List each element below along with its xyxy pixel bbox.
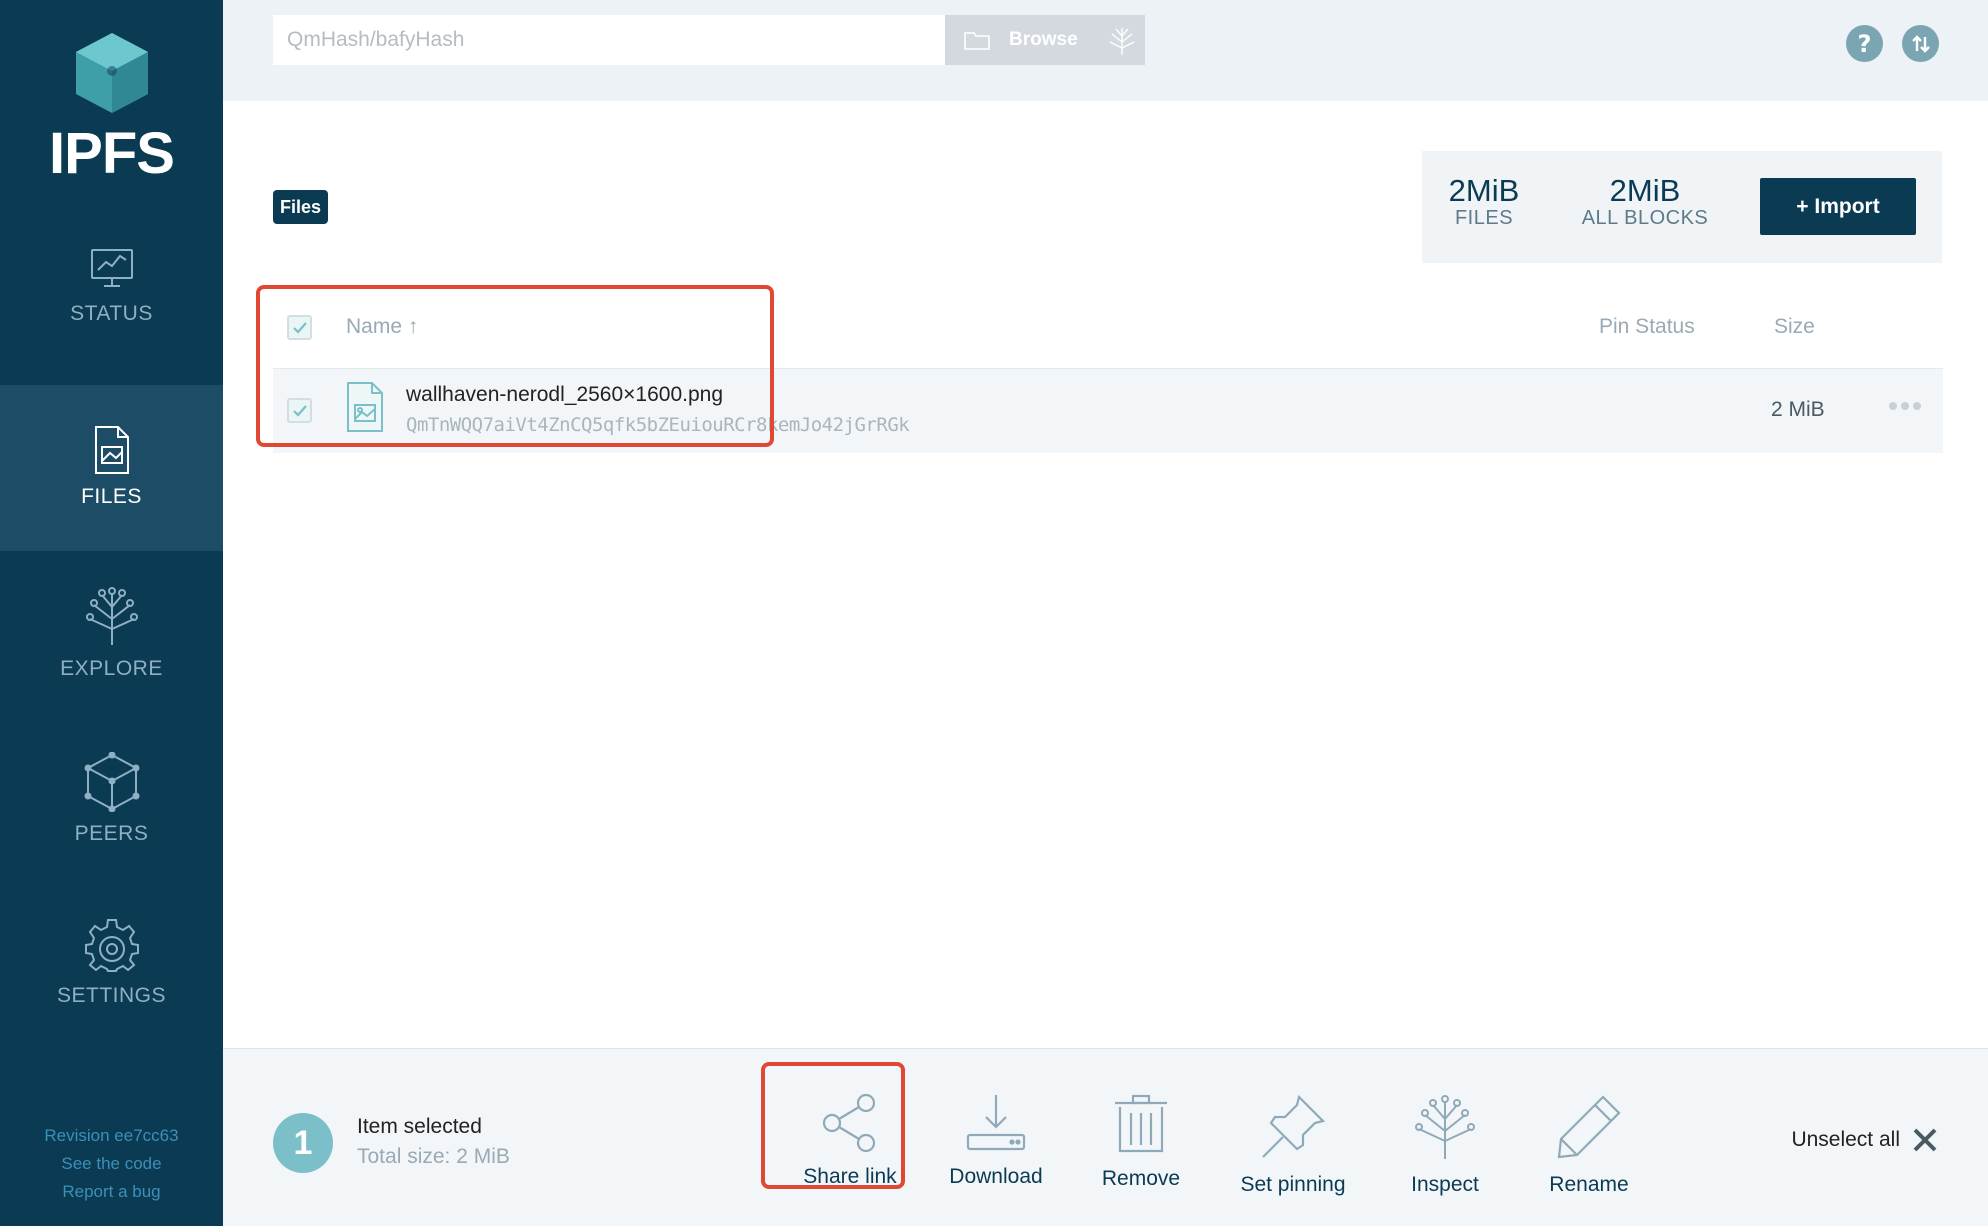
peers-cube-icon: [84, 752, 139, 812]
import-button[interactable]: + Import: [1760, 178, 1916, 235]
column-header-pin-status[interactable]: Pin Status: [1599, 315, 1695, 339]
download-icon: [966, 1095, 1026, 1151]
sidebar-item-explore[interactable]: EXPLORE: [0, 585, 223, 751]
logo: IPFS: [0, 30, 223, 187]
trash-icon: [1115, 1094, 1167, 1153]
tree-inspect-icon: [1415, 1095, 1475, 1159]
stats-box: 2MiB FILES 2MiB ALL BLOCKS + Import: [1422, 151, 1942, 263]
topbar: Browse ?: [223, 0, 1988, 101]
sidebar-item-label: STATUS: [70, 302, 153, 325]
remove-label: Remove: [1101, 1167, 1181, 1190]
sidebar-item-files[interactable]: FILES: [0, 385, 223, 551]
selection-info: Item selected Total size: 2 MiB: [357, 1115, 510, 1169]
browse-button[interactable]: Browse: [945, 15, 1145, 65]
sidebar-item-label: EXPLORE: [60, 657, 163, 680]
close-icon: [1913, 1128, 1937, 1152]
inspect-button[interactable]: Inspect: [1375, 1093, 1515, 1197]
see-code-link[interactable]: See the code: [0, 1150, 223, 1178]
report-bug-link[interactable]: Report a bug: [0, 1178, 223, 1206]
selected-count-badge: 1: [273, 1113, 333, 1173]
highlight-box-file: [256, 285, 774, 447]
sidebar: IPFS STATUS FILES EXPLORE PEERS SETTINGS…: [0, 0, 223, 1226]
hash-search-input[interactable]: [273, 15, 948, 65]
sidebar-item-peers[interactable]: PEERS: [0, 752, 223, 918]
help-icon[interactable]: ?: [1846, 25, 1883, 62]
connection-icon[interactable]: [1902, 25, 1939, 62]
sidebar-item-label: FILES: [81, 485, 142, 508]
file-document-icon: [94, 426, 129, 474]
unselect-all-button[interactable]: Unselect all: [1791, 1127, 1938, 1153]
download-button[interactable]: Download: [926, 1093, 1066, 1189]
gear-icon: [84, 919, 139, 972]
files-stat: 2MiB FILES: [1448, 173, 1520, 230]
set-pinning-button[interactable]: Set pinning: [1223, 1093, 1363, 1197]
folder-icon: [964, 32, 990, 50]
more-options-icon[interactable]: [1889, 397, 1925, 415]
monitor-chart-icon: [90, 249, 133, 287]
main-content: Files 2MiB FILES 2MiB ALL BLOCKS + Impor…: [223, 101, 1988, 1048]
rename-button[interactable]: Rename: [1519, 1093, 1659, 1197]
blocks-size-label: ALL BLOCKS: [1581, 207, 1709, 229]
highlight-box-share: [761, 1062, 905, 1189]
set-pinning-label: Set pinning: [1240, 1173, 1346, 1196]
files-size-value: 2MiB: [1448, 173, 1520, 208]
logo-text: IPFS: [49, 121, 175, 186]
blocks-stat: 2MiB ALL BLOCKS: [1570, 173, 1720, 230]
remove-button[interactable]: Remove: [1071, 1093, 1211, 1191]
selection-total-size: Total size: 2 MiB: [357, 1145, 510, 1168]
sidebar-item-label: PEERS: [74, 822, 149, 845]
pin-icon: [1262, 1094, 1326, 1158]
tree-explore-icon: [85, 587, 138, 645]
inspect-label: Inspect: [1411, 1173, 1479, 1196]
download-label: Download: [949, 1165, 1043, 1188]
files-size-label: FILES: [1454, 207, 1514, 229]
blocks-size-value: 2MiB: [1609, 173, 1681, 208]
selection-label: Item selected: [357, 1115, 482, 1138]
column-header-size[interactable]: Size: [1774, 315, 1815, 339]
sidebar-item-settings[interactable]: SETTINGS: [0, 918, 223, 1084]
rename-label: Rename: [1549, 1173, 1629, 1196]
file-size: 2 MiB: [1771, 398, 1825, 421]
pencil-icon: [1557, 1095, 1621, 1159]
selection-bar: 1 Item selected Total size: 2 MiB Share …: [223, 1048, 1988, 1226]
browse-label: Browse: [1009, 29, 1078, 50]
sidebar-item-label: SETTINGS: [56, 984, 166, 1007]
revision-link[interactable]: Revision ee7cc63: [0, 1122, 223, 1150]
breadcrumb-files[interactable]: Files: [273, 190, 329, 224]
sidebar-links: Revision ee7cc63 See the code Report a b…: [0, 1122, 223, 1206]
ipfs-cube-icon: [75, 33, 148, 113]
unselect-all-label: Unselect all: [1791, 1128, 1900, 1151]
tree-icon: [1109, 28, 1134, 55]
